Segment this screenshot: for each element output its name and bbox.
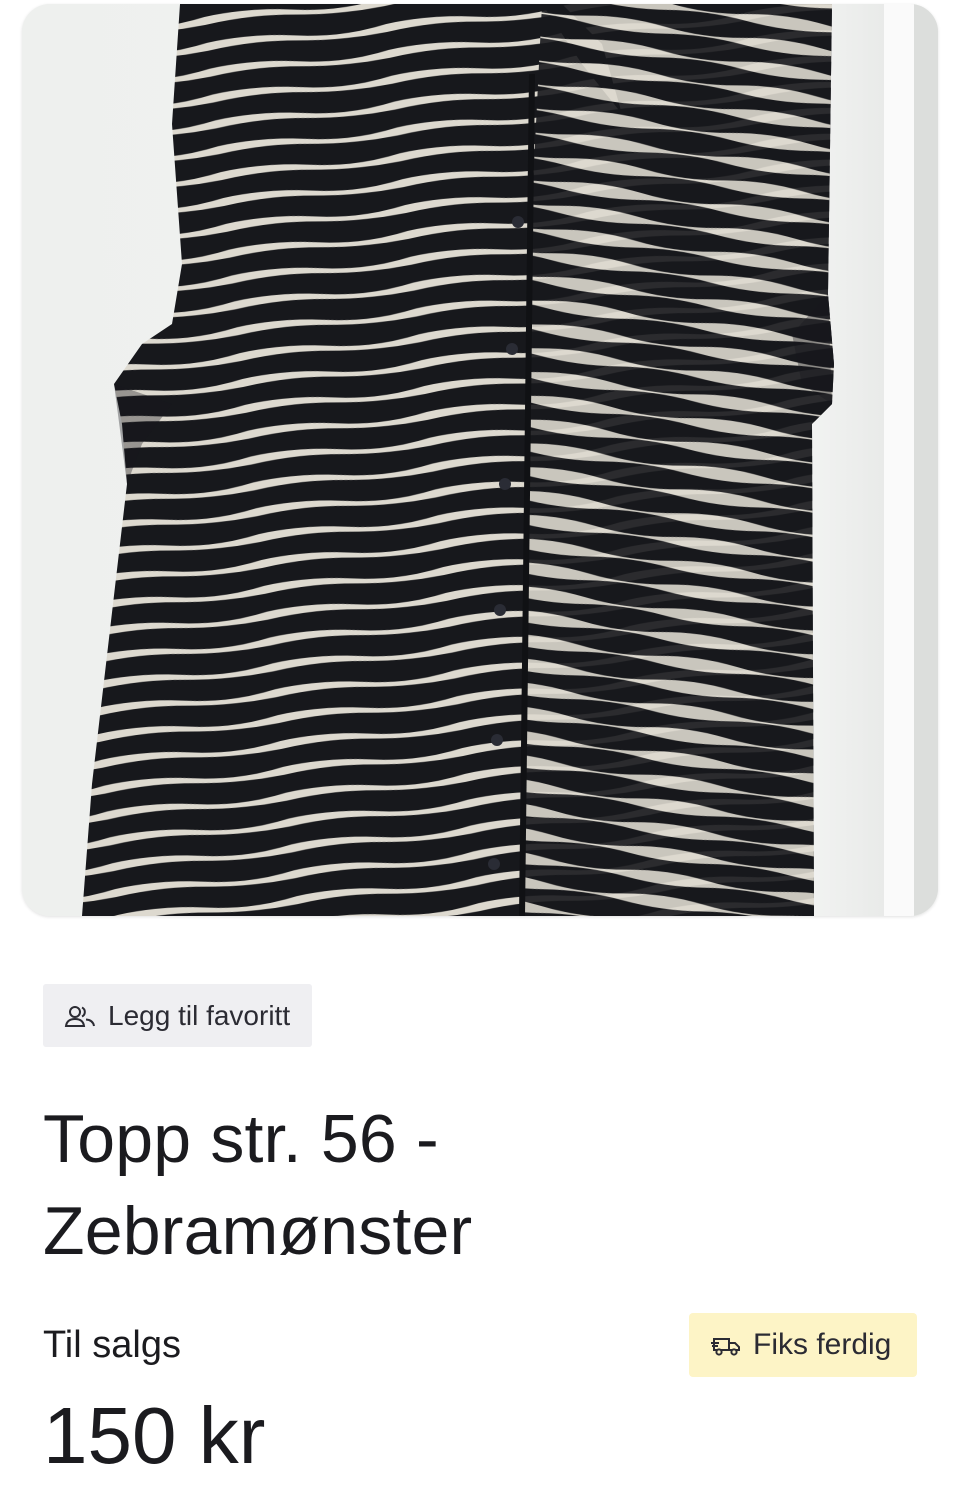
add-to-favorites-button[interactable]: Legg til favoritt	[43, 984, 313, 1047]
shipping-badge-label: Fiks ferdig	[753, 1328, 892, 1361]
listing-page: Legg til favoritt Topp str. 56 - Zebramø…	[0, 0, 960, 1492]
listing-title: Topp str. 56 - Zebramønster	[43, 1101, 473, 1269]
sale-status-label: Til salgs	[43, 1324, 181, 1366]
shipping-badge: Fiks ferdig	[689, 1313, 917, 1377]
users-icon	[64, 1005, 95, 1027]
product-image[interactable]	[22, 4, 938, 916]
delivery-truck-icon	[711, 1338, 740, 1356]
listing-price: 150 kr	[43, 1391, 266, 1480]
zebra-top-photo	[22, 4, 938, 916]
add-to-favorites-label: Legg til favoritt	[108, 999, 291, 1031]
